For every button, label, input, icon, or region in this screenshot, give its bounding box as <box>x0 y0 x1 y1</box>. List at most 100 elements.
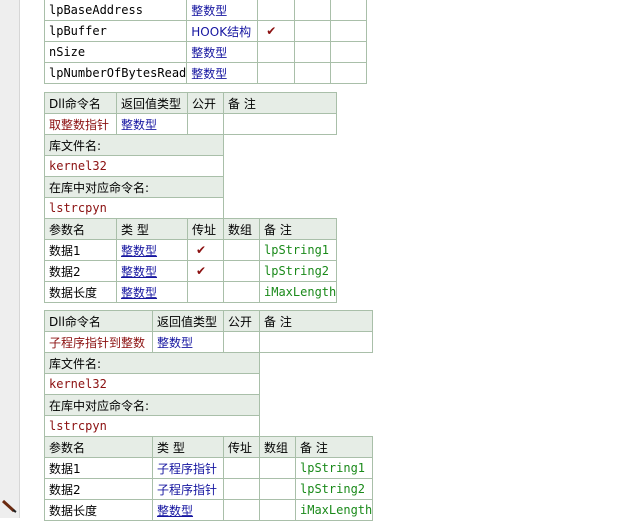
param-array[interactable] <box>259 478 296 500</box>
param-type[interactable]: 子程序指针 <box>152 457 224 479</box>
param-name[interactable]: 数据1 <box>44 457 153 479</box>
header-param-byref: 传址 <box>223 436 260 458</box>
header-param-type: 类 型 <box>152 436 224 458</box>
param-row[interactable]: lpBuffer HOOK结构 ✔ <box>43 20 368 42</box>
dll-note[interactable] <box>258 331 374 353</box>
param-type[interactable]: 子程序指针 <box>152 478 224 500</box>
param-note[interactable] <box>330 20 368 42</box>
param-byref[interactable]: ✔ <box>187 239 224 261</box>
dll-note[interactable] <box>222 113 338 135</box>
header-public: 公开 <box>223 310 260 332</box>
dll-return-type[interactable]: 整数型 <box>152 331 224 353</box>
param-note[interactable]: iMaxLength <box>258 281 338 303</box>
param-note[interactable] <box>330 41 368 63</box>
dll-name[interactable]: 取整数指针 <box>44 113 117 135</box>
dll-public[interactable] <box>223 331 260 353</box>
header-note: 备 注 <box>258 310 374 332</box>
header-return-type: 返回值类型 <box>116 92 188 114</box>
param-array[interactable] <box>223 239 260 261</box>
param-byref[interactable] <box>223 457 260 479</box>
param-type[interactable]: 整数型 <box>186 41 259 63</box>
pencil-icon <box>1 499 17 513</box>
param-type[interactable]: 整数型 <box>152 499 224 521</box>
param-byref[interactable] <box>257 62 296 84</box>
param-array[interactable] <box>223 260 260 282</box>
header-param-array: 数组 <box>259 436 296 458</box>
param-name[interactable]: lpBuffer <box>43 20 188 42</box>
dll-command-table: Dll命令名 返回值类型 公开 备 注 取整数指针 整数型 库文件名: kern… <box>44 92 338 303</box>
param-row[interactable]: 数据1 整数型 ✔ lpString1 <box>44 239 338 261</box>
param-name[interactable]: nSize <box>43 41 188 63</box>
param-array[interactable] <box>294 62 332 84</box>
param-array[interactable] <box>294 20 332 42</box>
param-note[interactable]: lpString1 <box>258 239 338 261</box>
param-array[interactable] <box>294 0 332 21</box>
param-header-row: 参数名 类 型 传址 数组 备 注 <box>44 218 338 240</box>
header-param-name: 参数名 <box>44 218 117 240</box>
param-type[interactable]: 整数型 <box>186 62 259 84</box>
dll-return-type[interactable]: 整数型 <box>116 113 188 135</box>
param-note[interactable] <box>330 62 368 84</box>
param-row[interactable]: lpBaseAddress 整数型 <box>43 0 368 21</box>
param-name[interactable]: 数据1 <box>44 239 117 261</box>
dll-info-row[interactable]: 取整数指针 整数型 <box>44 113 338 135</box>
param-array[interactable] <box>294 41 332 63</box>
entry-name-value[interactable]: lstrcpyn <box>44 197 224 219</box>
header-param-note: 备 注 <box>294 436 374 458</box>
header-return-type: 返回值类型 <box>152 310 224 332</box>
params-table-top: lpBaseAddress 整数型 lpBuffer HOOK结构 ✔ nSiz… <box>43 0 368 84</box>
param-name[interactable]: lpNumberOfBytesRead <box>43 62 188 84</box>
param-name[interactable]: lpBaseAddress <box>43 0 188 21</box>
param-note[interactable]: lpString2 <box>258 260 338 282</box>
param-row[interactable]: 数据2 整数型 ✔ lpString2 <box>44 260 338 282</box>
param-row[interactable]: 数据长度 整数型 iMaxLength <box>44 499 374 521</box>
header-dll-name: Dll命令名 <box>44 92 117 114</box>
param-row[interactable]: nSize 整数型 <box>43 41 368 63</box>
param-type[interactable]: 整数型 <box>116 281 188 303</box>
param-note[interactable]: lpString2 <box>294 478 374 500</box>
header-param-name: 参数名 <box>44 436 153 458</box>
header-note: 备 注 <box>222 92 338 114</box>
entry-name-value[interactable]: lstrcpyn <box>44 415 260 437</box>
dll-info-row[interactable]: 子程序指针到整数 整数型 <box>44 331 374 353</box>
editor-gutter <box>0 0 20 518</box>
param-name[interactable]: 数据长度 <box>44 499 153 521</box>
param-type[interactable]: 整数型 <box>186 0 259 21</box>
param-note[interactable]: iMaxLength <box>294 499 374 521</box>
param-note[interactable] <box>330 0 368 21</box>
param-byref[interactable]: ✔ <box>187 260 224 282</box>
param-name[interactable]: 数据长度 <box>44 281 117 303</box>
header-dll-name: Dll命令名 <box>44 310 153 332</box>
param-row[interactable]: lpNumberOfBytesRead 整数型 <box>43 62 368 84</box>
lib-file-value[interactable]: kernel32 <box>44 155 224 177</box>
param-array[interactable] <box>259 499 296 521</box>
header-param-type: 类 型 <box>116 218 188 240</box>
param-byref[interactable] <box>187 281 224 303</box>
param-name[interactable]: 数据2 <box>44 478 153 500</box>
dll-header-row: Dll命令名 返回值类型 公开 备 注 <box>44 92 338 114</box>
param-type[interactable]: 整数型 <box>116 260 188 282</box>
param-byref[interactable] <box>223 499 260 521</box>
param-byref[interactable]: ✔ <box>257 20 296 42</box>
param-byref[interactable] <box>257 41 296 63</box>
param-note[interactable]: lpString1 <box>294 457 374 479</box>
header-param-byref: 传址 <box>187 218 224 240</box>
header-public: 公开 <box>187 92 224 114</box>
dll-public[interactable] <box>187 113 224 135</box>
dll-name[interactable]: 子程序指针到整数 <box>44 331 153 353</box>
param-byref[interactable] <box>257 0 296 21</box>
param-array[interactable] <box>223 281 260 303</box>
dll-header-row: Dll命令名 返回值类型 公开 备 注 <box>44 310 374 332</box>
param-byref[interactable] <box>223 478 260 500</box>
param-array[interactable] <box>259 457 296 479</box>
param-row[interactable]: 数据1 子程序指针 lpString1 <box>44 457 374 479</box>
dll-command-table: Dll命令名 返回值类型 公开 备 注 子程序指针到整数 整数型 库文件名: k… <box>44 310 374 521</box>
param-row[interactable]: 数据2 子程序指针 lpString2 <box>44 478 374 500</box>
param-type[interactable]: HOOK结构 <box>186 20 259 42</box>
lib-file-value[interactable]: kernel32 <box>44 373 260 395</box>
entry-name-label: 在库中对应命令名: <box>44 394 260 416</box>
param-row[interactable]: 数据长度 整数型 iMaxLength <box>44 281 338 303</box>
param-name[interactable]: 数据2 <box>44 260 117 282</box>
param-header-row: 参数名 类 型 传址 数组 备 注 <box>44 436 374 458</box>
param-type[interactable]: 整数型 <box>116 239 188 261</box>
